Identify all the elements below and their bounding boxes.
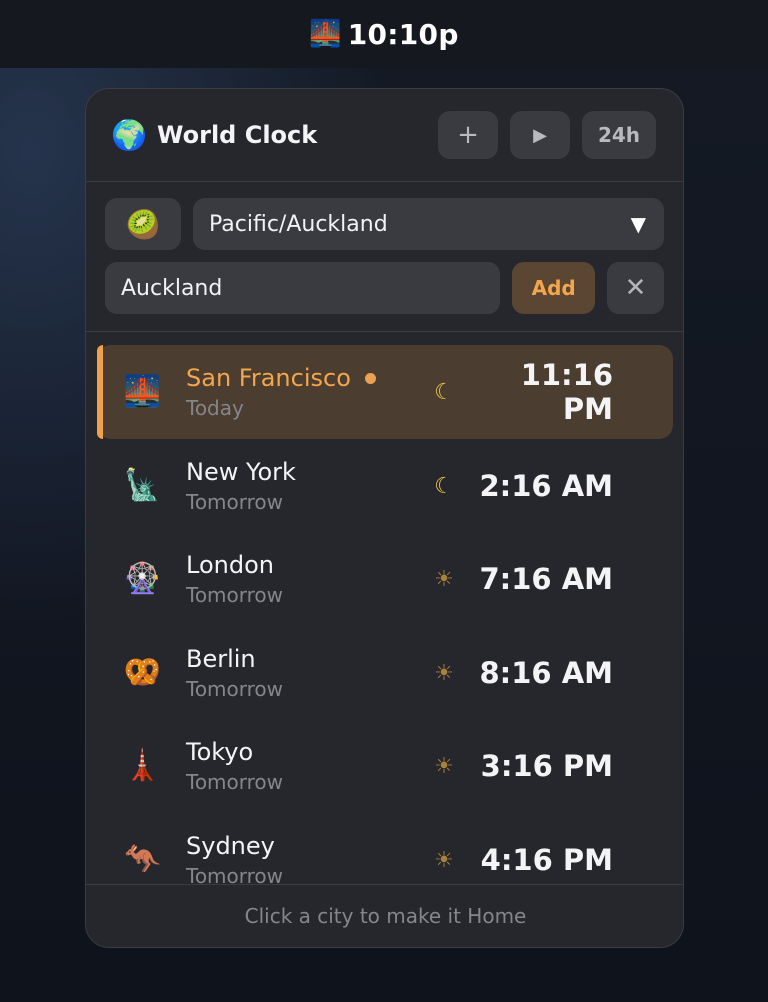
add-city-form: 🥝 Pacific/Auckland ▼ Add ✕	[86, 182, 683, 332]
golden-gate-bridge-icon[interactable]: 🌉	[309, 21, 341, 47]
city-day: Today	[186, 396, 244, 420]
pretzel-icon: 🥨	[123, 655, 162, 690]
menu-bar-time[interactable]: 10:10p	[348, 18, 459, 51]
play-button[interactable]: ▶	[510, 111, 570, 159]
sun-icon: ☀	[434, 847, 454, 873]
city-name: New York	[186, 458, 296, 486]
golden-gate-bridge-icon: 🌉	[123, 374, 162, 409]
sun-icon: ☀	[434, 753, 454, 779]
city-day: Tomorrow	[186, 864, 284, 885]
city-name: Sydney	[186, 832, 275, 860]
sun-icon: ☀	[434, 660, 454, 686]
sun-icon: ☀	[434, 566, 454, 592]
time-format-toggle[interactable]: 24h	[582, 111, 656, 159]
menu-bar: 🌉 10:10p	[0, 0, 768, 68]
city-name: London	[186, 551, 274, 579]
city-time: 8:16 AM	[479, 656, 613, 690]
city-row-new-york[interactable]: 🗽 New York Tomorrow ☾ 2:16 AM	[97, 439, 673, 533]
city-list[interactable]: 🌉 San Francisco Today ☾ 11:16 PM 🗽 New Y…	[86, 333, 683, 885]
moon-icon: ☾	[434, 473, 454, 499]
home-indicator-dot	[364, 372, 376, 384]
footer-hint: Click a city to make it Home	[86, 884, 683, 947]
kangaroo-icon: 🦘	[123, 842, 162, 877]
city-day: Tomorrow	[186, 770, 284, 794]
emoji-picker-button[interactable]: 🥝	[105, 198, 181, 250]
city-row-berlin[interactable]: 🥨 Berlin Tomorrow ☀ 8:16 AM	[97, 626, 673, 720]
city-time: 2:16 AM	[479, 469, 613, 503]
caret-down-icon: ▼	[630, 212, 646, 236]
city-name: Berlin	[186, 645, 256, 673]
city-time: 7:16 AM	[479, 562, 613, 596]
city-row-tokyo[interactable]: 🗼 Tokyo Tomorrow ☀ 3:16 PM	[97, 719, 673, 813]
add-button[interactable]: Add	[512, 262, 596, 314]
city-day: Tomorrow	[186, 677, 284, 701]
city-row-san-francisco[interactable]: 🌉 San Francisco Today ☾ 11:16 PM	[97, 345, 673, 439]
cancel-button[interactable]: ✕	[607, 262, 664, 314]
statue-of-liberty-icon: 🗽	[123, 468, 162, 503]
world-clock-panel: 🌍 World Clock + ▶ 24h 🥝 Pacific/Auckland…	[85, 88, 684, 948]
panel-header: 🌍 World Clock + ▶ 24h	[86, 89, 683, 182]
city-time: 11:16 PM	[520, 358, 613, 426]
timezone-select[interactable]: Pacific/Auckland ▼	[193, 198, 664, 250]
kiwi-icon: 🥝	[125, 207, 161, 241]
city-name-input[interactable]	[105, 262, 501, 314]
tokyo-tower-icon: 🗼	[123, 748, 162, 783]
city-day: Tomorrow	[186, 583, 284, 607]
moon-icon: ☾	[434, 379, 454, 405]
city-time: 3:16 PM	[480, 749, 613, 783]
panel-title: World Clock	[157, 121, 318, 149]
city-time: 4:16 PM	[480, 843, 613, 877]
ferris-wheel-icon: 🎡	[123, 561, 162, 596]
globe-icon: 🌍	[111, 117, 148, 152]
city-name: Tokyo	[186, 738, 254, 766]
city-day: Tomorrow	[186, 490, 284, 514]
city-row-london[interactable]: 🎡 London Tomorrow ☀ 7:16 AM	[97, 532, 673, 626]
add-city-button[interactable]: +	[438, 111, 498, 159]
timezone-select-value: Pacific/Auckland	[209, 211, 388, 237]
city-name: San Francisco	[186, 364, 351, 392]
city-row-sydney[interactable]: 🦘 Sydney Tomorrow ☀ 4:16 PM	[97, 813, 673, 885]
